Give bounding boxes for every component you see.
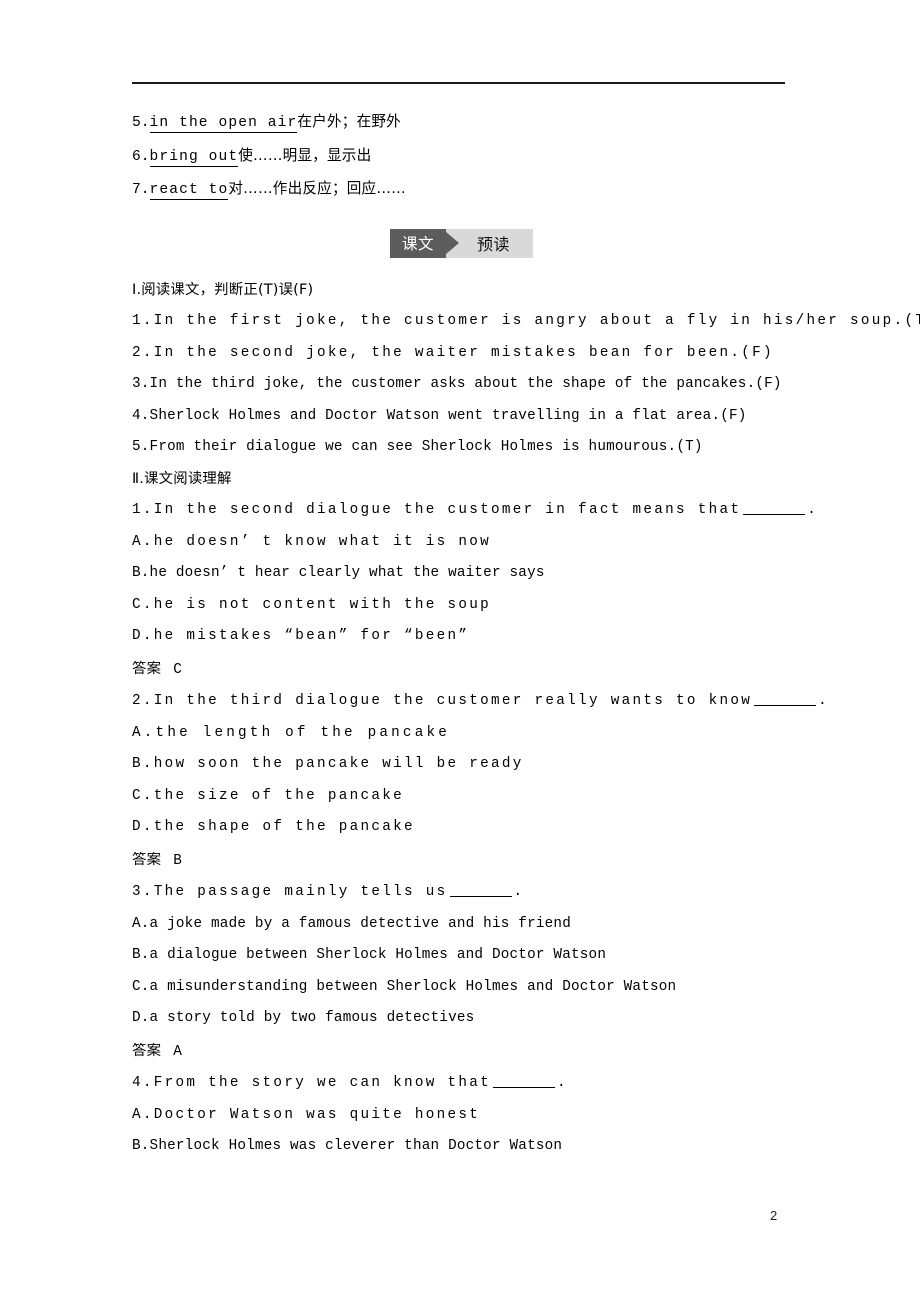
vocabulary-item-number: 6. [132,148,150,165]
page-number: 2 [770,1208,778,1223]
page-content: 5.in the open air在户外；在野外 6.bring out使……明… [132,106,920,1163]
answer-row: 答案 C [132,653,792,687]
question-option: A.the length of the pancake [132,724,451,741]
question-stem: 3.The passage mainly tells us. [132,877,792,909]
vocabulary-item: 7.react to对……作出反应；回应…… [132,173,792,207]
section-banner-inner: 课文 预读 [390,228,533,258]
answer-value: C [173,661,182,678]
question-option: D.the shape of the pancake [132,819,415,835]
section-one-heading: Ⅰ.阅读课文，判断正(T)误(F) [132,281,314,298]
answer-blank [449,896,512,897]
question-stem-tail: . [807,502,819,518]
answer-blank [493,1087,556,1088]
question-option: B.he doesn’ t hear clearly what the wait… [132,565,545,581]
vocabulary-item: 5.in the open air在户外；在野外 [132,106,792,140]
vocabulary-item-phrase: bring out [149,148,239,167]
question-stem-text: 4.From the story we can know that [132,1075,492,1091]
question-stem: 2.In the third dialogue the customer rea… [132,686,827,718]
question-option: B.Sherlock Holmes was cleverer than Doct… [132,1138,563,1154]
true-false-statement: 4.Sherlock Holmes and Doctor Watson went… [132,407,747,424]
header-rule [132,82,785,84]
vocabulary-item-gloss: 在户外；在野外 [297,113,401,130]
true-false-statement: 3.In the third joke, the customer asks a… [132,376,782,392]
answer-label: 答案 [132,1042,162,1059]
question-option: B.a dialogue between Sherlock Holmes and… [132,947,607,963]
answer-blank [754,705,817,706]
section-banner-title-label: 预读 [477,235,511,254]
question-stem-text: 1.In the second dialogue the customer in… [132,502,742,518]
section-banner: 课文 预读 [132,228,792,259]
answer-row: 答案 B [132,844,792,878]
vocabulary-item-gloss: 使……明显，显示出 [238,146,372,164]
vocabulary-item-phrase: react to [149,182,229,200]
arrow-right-icon [446,229,459,258]
question-stem-tail: . [818,693,830,709]
answer-label: 答案 [132,660,162,677]
vocabulary-item-number: 7. [132,182,150,198]
true-false-statement: 5.From their dialogue we can see Sherloc… [132,439,703,455]
question-option: D.he mistakes “bean” for “been” [132,628,470,644]
answer-value: A [173,1043,182,1060]
section-two-heading: Ⅱ.课文阅读理解 [132,470,232,487]
true-false-statement: 2.In the second joke, the waiter mistake… [132,344,774,361]
question-option: A.Doctor Watson was quite honest [132,1106,481,1123]
question-stem-text: 2.In the third dialogue the customer rea… [132,693,753,709]
question-option: B.how soon the pancake will be ready [132,756,524,772]
section-banner-tag-label: 课文 [401,235,434,253]
section-banner-title: 预读 [459,229,524,258]
question-option: C.a misunderstanding between Sherlock Ho… [132,978,677,995]
answer-value: B [173,852,182,869]
true-false-statement: 1.In the first joke, the customer is ang… [132,313,920,329]
answer-label: 答案 [132,851,162,868]
vocabulary-item: 6.bring out使……明显，显示出 [132,140,792,174]
vocabulary-item-phrase: in the open air [149,115,298,133]
question-stem-tail: . [557,1075,568,1091]
vocabulary-item-number: 5. [132,115,150,131]
answer-row: 答案 A [132,1035,792,1069]
question-stem: 1.In the second dialogue the customer in… [132,495,816,527]
question-option: C.he is not content with the soup [132,596,492,613]
question-option: A.a joke made by a famous detective and … [132,915,571,932]
document-page: 5.in the open air在户外；在野外 6.bring out使……明… [0,0,920,1302]
vocabulary-item-gloss: 对……作出反应；回应…… [228,180,406,197]
answer-blank [743,514,806,515]
question-stem-text: 3.The passage mainly tells us [132,884,448,900]
question-option: C.the size of the pancake [132,787,404,804]
section-banner-tag: 课文 [390,228,446,258]
question-stem-tail: . [513,884,525,900]
question-stem: 4.From the story we can know that. [132,1068,792,1100]
question-option: A.he doesn’ t know what it is now [132,533,492,550]
question-option: D.a story told by two famous detectives [132,1010,475,1026]
